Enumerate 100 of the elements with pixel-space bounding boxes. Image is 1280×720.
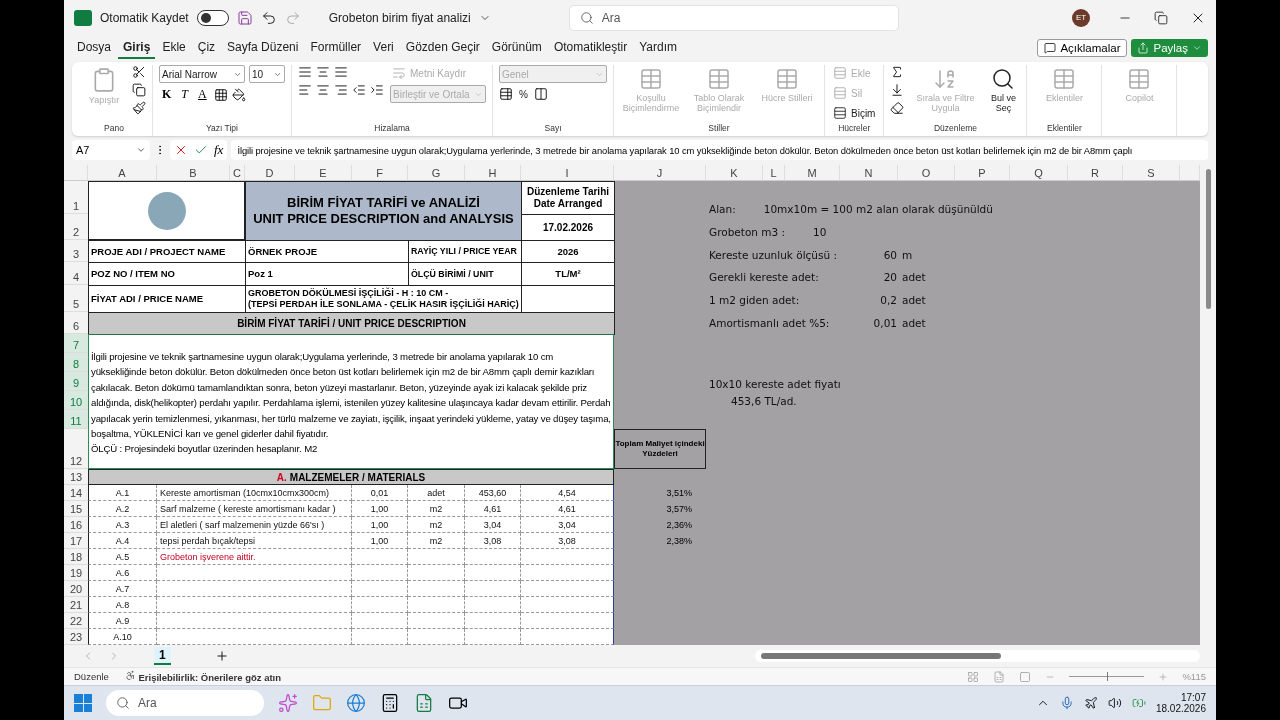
accessibility-status[interactable]: Erişilebilirlik: Önerilere göz atın xyxy=(124,670,282,683)
row-header[interactable]: 14 xyxy=(64,485,88,501)
row-header[interactable]: 11 xyxy=(64,410,88,429)
battery-icon[interactable] xyxy=(1131,696,1146,710)
row-header[interactable]: 4 xyxy=(64,262,88,285)
menu-tab[interactable]: Veri xyxy=(368,36,399,59)
menu-tab[interactable]: Çiz xyxy=(192,36,221,59)
function-button[interactable]: fx xyxy=(214,142,224,158)
font-name-field[interactable]: Arial Narrow xyxy=(159,65,245,83)
indent-icon[interactable] xyxy=(370,83,384,97)
row-header[interactable]: 16 xyxy=(64,517,88,533)
row-header[interactable]: 22 xyxy=(64,613,88,629)
column-header[interactable]: O xyxy=(898,165,955,181)
paintbrush-icon[interactable] xyxy=(132,101,146,115)
volume-icon[interactable] xyxy=(1107,696,1122,710)
cancel-icon[interactable] xyxy=(174,143,188,157)
borders-icon[interactable] xyxy=(213,87,228,102)
menu-tab[interactable]: Otomatikleştir xyxy=(548,36,633,59)
align-right-icon[interactable] xyxy=(334,83,348,97)
column-header[interactable]: N xyxy=(840,165,898,181)
column-header[interactable]: F xyxy=(352,165,408,181)
description-cell[interactable]: İlgili projesine ve teknik şartnamesine uygun olarak;Uygulama yerlerinde, 3 metrede bir anolama yapılarak 10 cm yüksekliğinde beton dökülür. Beton dökülmeden önce beton üst kotları belirlemek için m2 de bir A8mm çaplı demir kazıkları çakılacak. Beton dökümü tamamlandıktan sonra, beton yüzeyi mastarlanır. Beton, yüzeyinde ayak izi kalacak şekilde priz aldığında, disk(helikopter) perdahı yapılır. Perdahlama işlemi, istenilen yüzey kalitesine ulaşıncaya kadar devam ettirilir. Perdah yapılacak yerin temizlenmesi, yıkanması, her türlü malzeme ve zayiatı, işçilik, inşaat yerindeki yükleme, yatay ve düşey taşıma, boşaltma, YÜKLENİCİ karı ve genel giderler dahil fiyatıdır. ÖLÇÜ : Projesindeki boyutlar üzerinden hesaplanır. M2 xyxy=(88,334,614,469)
start-icon[interactable] xyxy=(74,694,92,712)
search-field[interactable]: Ara xyxy=(568,4,899,31)
column-header[interactable]: R xyxy=(1068,165,1123,181)
font-size-field[interactable]: 10 xyxy=(249,65,285,83)
spreadsheet-icon[interactable] xyxy=(414,693,434,713)
row-header[interactable]: 17 xyxy=(64,533,88,549)
share-button[interactable]: Paylaş xyxy=(1131,38,1208,57)
sheet-tab[interactable]: 1 xyxy=(154,647,171,665)
name-box[interactable]: A7 xyxy=(72,140,150,160)
airplane-icon[interactable] xyxy=(1083,696,1098,710)
menu-tab[interactable]: Ekle xyxy=(157,36,191,59)
fill-bucket-icon[interactable] xyxy=(231,87,246,102)
row-header[interactable]: 8 xyxy=(64,353,88,372)
globe-icon[interactable] xyxy=(346,693,366,713)
row-header[interactable]: 23 xyxy=(64,629,88,645)
row-header[interactable]: 7 xyxy=(64,334,88,353)
row-header[interactable]: 9 xyxy=(64,372,88,391)
formula-field[interactable]: İlgili projesine ve teknik şartnamesine uygun olarak;Uygulama yerlerinde, 3 metrede bir anolama yapılarak 10 cm yüksekliğinde beton dökülür. Beton dökülmeden önce beton üst kotları belirlemek için m2 de bir A8mm çaplı xyxy=(231,140,1208,160)
calculator-icon[interactable] xyxy=(380,693,400,713)
row-header[interactable]: 18 xyxy=(64,549,88,565)
row-header[interactable]: 15 xyxy=(64,501,88,517)
menu-tab[interactable]: Giriş xyxy=(118,36,156,59)
column-header[interactable]: P xyxy=(955,165,1010,181)
column-header[interactable]: G xyxy=(408,165,465,181)
align-bottom-icon[interactable] xyxy=(334,65,348,79)
underline-button[interactable]: A xyxy=(195,87,210,102)
restore-icon[interactable] xyxy=(1154,10,1168,25)
row-header[interactable]: 1 xyxy=(64,181,88,214)
horizontal-scrollbar[interactable] xyxy=(755,650,1200,662)
column-header[interactable]: C xyxy=(230,165,245,181)
column-header[interactable]: Q xyxy=(1010,165,1068,181)
menu-tab[interactable]: Gözden Geçir xyxy=(400,36,485,59)
outdent-icon[interactable] xyxy=(352,83,366,97)
column-header[interactable]: D xyxy=(245,165,295,181)
column-header[interactable]: J xyxy=(614,165,706,181)
italic-button[interactable]: T xyxy=(178,87,192,102)
taskbar-search-field[interactable]: Ara xyxy=(106,690,264,716)
menu-tab[interactable]: Yardım xyxy=(634,36,683,59)
column-header[interactable]: I xyxy=(521,165,614,181)
menu-tab[interactable]: Görünüm xyxy=(486,36,547,59)
align-top-icon[interactable] xyxy=(298,65,312,79)
copy-icon[interactable] xyxy=(132,83,146,97)
save-icon[interactable] xyxy=(236,9,253,26)
row-header[interactable]: 5 xyxy=(64,285,88,312)
menu-tab[interactable]: Dosya xyxy=(72,36,116,59)
column-header[interactable]: S xyxy=(1123,165,1180,181)
menu-tab[interactable]: Sayfa Düzeni xyxy=(222,36,304,59)
add-sheet-icon[interactable] xyxy=(214,649,229,663)
comments-button[interactable]: Açıklamalar xyxy=(1037,38,1128,57)
autosave-toggle[interactable] xyxy=(196,9,229,26)
column-header[interactable]: A xyxy=(88,165,157,181)
row-header[interactable]: 10 xyxy=(64,391,88,410)
document-title[interactable]: Grobeton birim fiyat analizi xyxy=(328,10,471,25)
column-header[interactable]: B xyxy=(157,165,230,181)
undo-icon[interactable] xyxy=(260,9,277,26)
bold-button[interactable]: K xyxy=(159,87,175,102)
column-header[interactable]: E xyxy=(295,165,352,181)
column-header[interactable]: L xyxy=(763,165,785,181)
align-left-icon[interactable] xyxy=(298,83,312,97)
row-header[interactable]: 12 xyxy=(64,429,88,469)
column-header[interactable]: M xyxy=(785,165,840,181)
sparkles-icon[interactable] xyxy=(278,693,298,713)
row-header[interactable]: 20 xyxy=(64,581,88,597)
column-header[interactable]: K xyxy=(706,165,763,181)
row-header[interactable]: 6 xyxy=(64,312,88,334)
menu-tab[interactable]: Formüller xyxy=(305,36,367,59)
fill-down-icon[interactable] xyxy=(890,83,905,97)
scissors-icon[interactable] xyxy=(132,65,146,79)
user-avatar[interactable]: ET xyxy=(1072,8,1090,27)
confirm-icon[interactable] xyxy=(194,143,208,157)
align-middle-icon[interactable] xyxy=(316,65,330,79)
microphone-icon[interactable] xyxy=(1059,696,1074,710)
row-header[interactable]: 19 xyxy=(64,565,88,581)
eraser-icon[interactable] xyxy=(890,101,905,115)
ribbon-button[interactable]: Bul ve Seç xyxy=(986,65,1021,116)
row-header[interactable]: 13 xyxy=(64,469,88,485)
percent-button[interactable]: % xyxy=(517,87,530,101)
ribbon-button[interactable]: Biçim xyxy=(831,105,878,121)
